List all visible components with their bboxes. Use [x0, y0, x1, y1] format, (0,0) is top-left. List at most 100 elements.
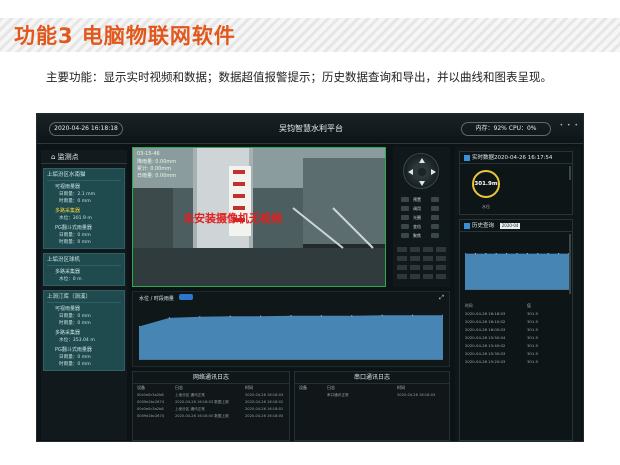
monitor-group-title[interactable]: 上垢汾区球机	[47, 256, 121, 266]
sensor-item[interactable]: 多路采集器 水位：0 m	[47, 269, 121, 283]
history-point	[526, 253, 528, 255]
water-level-point	[168, 317, 170, 319]
ptz-button[interactable]	[401, 215, 409, 220]
ptz-button[interactable]	[401, 233, 409, 238]
monitor-group-title[interactable]: 上垢汾区水南猫	[47, 171, 121, 181]
data-side-panel: 实时数据2020-04-26 16:17:54 301.9m 水位 历史查询 2…	[455, 147, 581, 441]
log-cell: 2020-04-26 16:18:03	[245, 393, 284, 397]
ptz-button-label: 光圈	[413, 215, 421, 220]
ptz-button[interactable]	[431, 206, 439, 211]
ptz-button[interactable]	[431, 215, 439, 220]
realtime-icon	[464, 154, 470, 161]
monitor-group-title[interactable]: 上涧汀库（涧溪）	[47, 293, 121, 303]
water-level-point	[351, 315, 353, 317]
ptz-button[interactable]	[431, 233, 439, 238]
ptz-keypad[interactable]	[397, 247, 447, 283]
video-panel[interactable]: 03-15-46 降雨量: 0.00mm 累计: 0.00mm 日雨量: 0.00m…	[132, 147, 386, 287]
monitor-group: 上垢汾区球机多路采集器 水位：0 m	[43, 253, 125, 286]
history-table-rows: 2020-04-26 16:18:03 301.9 2020-04-26 16:10…	[460, 310, 572, 366]
realtime-scrollbar[interactable]	[569, 166, 571, 180]
history-column-header: 时间	[465, 303, 473, 308]
log-cell: 00c0e0c3a2b8	[137, 407, 164, 411]
water-level-chart-panel: 水位 / 时段雨量 ⤢	[132, 291, 450, 367]
sensor-name: PG翻斗式雨量器	[55, 347, 92, 353]
history-query-box: 历史查询 2020-04 时间 值 2020-04-26 16:18:03 301.…	[459, 219, 573, 441]
history-cell: 2020-04-26 15:50:04	[465, 335, 506, 340]
network-log-panel: 网络通讯日志 设备 日志 时间 00c0e0c3a2b8 上垢汾区 通讯正常 2020-…	[132, 371, 290, 441]
sensor-name: 多路采集器	[55, 208, 81, 214]
log-cell: 串口通讯正常	[327, 393, 349, 397]
log-cell: 上垢汾区 通讯正常	[175, 407, 205, 411]
history-cell: 2020-04-26 15:20:03	[465, 359, 506, 364]
slide-title: 功能3 电脑物联网软件	[14, 24, 236, 48]
sensor-item[interactable]: PG翻斗式雨量器 日雨量：0 mm 时雨量：0 mm	[47, 347, 121, 368]
no-video-message: 未安装摄像机无视频	[183, 212, 282, 225]
log-column-header: 日志	[327, 385, 335, 390]
water-level-point	[381, 314, 383, 316]
chart-toggle[interactable]	[179, 294, 193, 300]
chart-label: 水位 / 时段雨量	[139, 296, 174, 302]
history-cell: 301.9	[527, 351, 538, 356]
history-row: 2020-04-26 16:18:03 301.9	[460, 310, 572, 318]
video-overlay-line: 累计: 0.00mm	[137, 166, 172, 172]
history-date-select[interactable]: 2020-04	[499, 223, 521, 229]
history-query-title: 历史查询	[472, 223, 495, 229]
serial-log-columns: 设备 日志 时间	[295, 384, 449, 392]
serial-log-panel: 串口通讯日志 设备 日志 时间 串口通讯正常 2020-04-26 16:18:03	[294, 371, 450, 441]
network-log-title: 网络通讯日志	[133, 372, 289, 384]
ptz-button-label: 预置	[413, 197, 421, 202]
history-area	[465, 253, 569, 290]
history-point	[495, 253, 497, 255]
sensor-item[interactable]: PG翻斗式雨量器 日雨量：0 mm 时雨量：0 mm	[47, 225, 121, 246]
sensor-reading: 时雨量：0 mm	[59, 362, 91, 367]
slide-description: 主要功能：显示实时视频和数据；数据超值报警提示；历史数据查询和导出，并以曲线和图…	[46, 70, 552, 84]
history-icon	[464, 222, 470, 229]
ptz-button[interactable]	[431, 224, 439, 229]
network-log-columns: 设备 日志 时间	[133, 384, 289, 392]
monitor-panel: ⌂ 监测点 上垢汾区水南猫可视雨量器 日雨量：2.1 mm 时雨量：0 mm 多路采集…	[41, 150, 127, 440]
history-scrollbar[interactable]	[569, 234, 571, 294]
ptz-button-label: 聚焦	[413, 233, 421, 238]
water-level-chart	[139, 314, 443, 360]
monitor-group: 上垢汾区水南猫可视雨量器 日雨量：2.1 mm 时雨量：0 mm 多路采集器 水位：30…	[43, 168, 125, 249]
history-point	[516, 253, 518, 255]
log-cell: 0009e2bc2674	[137, 400, 165, 404]
realtime-data-title: 实时数据2020-04-26 16:17:54	[472, 155, 553, 161]
history-cell: 2020-04-26 16:18:03	[465, 311, 506, 316]
history-cell: 301.9	[527, 311, 538, 316]
history-table-header: 时间 值	[460, 302, 572, 310]
water-level-point	[412, 314, 414, 316]
serial-log-title: 串口通讯日志	[295, 372, 449, 384]
ptz-button[interactable]	[401, 197, 409, 202]
sensor-item[interactable]: 可视雨量器 日雨量：2.1 mm 时雨量：0 mm	[47, 184, 121, 205]
history-point	[547, 253, 549, 255]
log-cell: 2020-04-26 16:18:00	[245, 414, 284, 418]
history-point	[485, 253, 487, 255]
history-cell: 301.9	[527, 319, 538, 324]
video-overlay-time: 03-15-46	[137, 151, 160, 157]
monitor-groups: 上垢汾区水南猫可视雨量器 日雨量：2.1 mm 时雨量：0 mm 多路采集器 水位：30…	[41, 168, 127, 371]
ptz-button[interactable]	[401, 206, 409, 211]
sensor-item[interactable]: 多路采集器 水位：353.04 m	[47, 330, 121, 344]
history-cell: 2020-04-26 15:40:02	[465, 343, 506, 348]
log-cell: 00c0e0c3a2b8	[137, 393, 164, 397]
ptz-direction-pad[interactable]	[403, 153, 439, 189]
sensor-item[interactable]: 多路采集器 水位：301.9 m	[47, 208, 121, 222]
ptz-button[interactable]	[431, 197, 439, 202]
ptz-button-label: 变倍	[413, 224, 421, 229]
sensor-item[interactable]: 可视雨量器 日雨量：0 mm 时雨量：0 mm	[47, 306, 121, 327]
sensor-reading: 时雨量：0 mm	[59, 321, 91, 326]
expand-icon[interactable]: ⤢	[439, 294, 444, 302]
monitor-panel-header: ⌂ 监测点	[41, 150, 127, 164]
log-column-header: 设备	[299, 385, 307, 390]
app-window: 2020-04-26 16:18:18 吴钧智慧水利平台 内存：92% CPU：…	[36, 113, 584, 442]
realtime-data-header: 实时数据2020-04-26 16:17:54	[460, 152, 572, 164]
gauge-value: 301.9m	[474, 181, 498, 187]
history-row: 2020-04-26 16:00:03 301.9	[460, 326, 572, 334]
log-column-header: 时间	[245, 385, 253, 390]
history-cell: 2020-04-26 16:00:03	[465, 327, 506, 332]
ptz-button-label: 调用	[413, 206, 421, 211]
window-menu-icon[interactable]: • • •	[560, 122, 579, 129]
water-level-area	[139, 315, 443, 360]
ptz-button[interactable]	[401, 224, 409, 229]
